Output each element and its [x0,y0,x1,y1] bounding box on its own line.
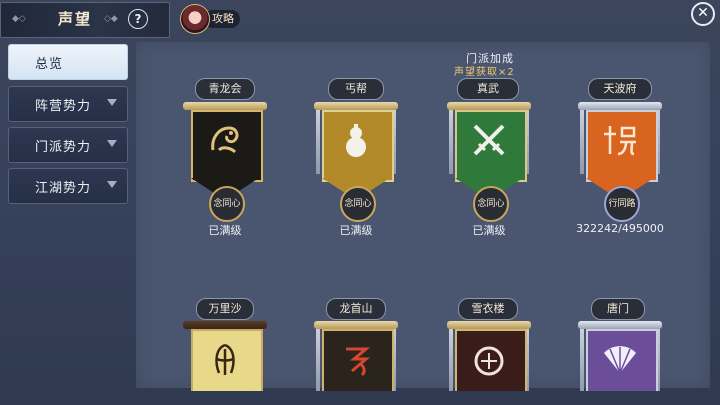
banner-rod [447,102,531,110]
fan-icon [604,346,636,374]
tassel [449,110,453,174]
faction-status: 已满级 [339,224,373,237]
seal-badge: 行同路 [604,186,640,222]
chevron-down-icon [107,181,117,188]
guide-button[interactable]: 攻略 [180,4,244,34]
banner-rod [447,321,531,329]
faction-banner-zhenwu[interactable]: 念同心 [447,102,531,222]
faction-status: 已满级 [208,224,242,237]
diamond-ornament-icon: ◆◇ [12,14,26,24]
faction-name-gaibang: 丐帮 [328,78,384,100]
seal-badge: 念同心 [209,186,245,222]
banner-rod [183,321,267,329]
sidebar-item-label: 门派势力 [35,140,92,155]
tassel [449,329,453,391]
faction-banner-gaibang[interactable]: 念同心 [314,102,398,222]
crossed-swords-icon [473,124,505,156]
circle-crest-icon [474,346,504,376]
tassel [580,110,584,174]
banner-rod [578,102,662,110]
dragon-script-icon [346,347,371,377]
chevron-down-icon [107,99,117,106]
page-title: 声望 [58,10,93,28]
chevron-down-icon [107,140,117,147]
faction-name-tangmen: 唐门 [591,298,645,320]
faction-name-xueyilou: 雪衣楼 [458,298,518,320]
faction-name-qinglonghui: 青龙会 [195,78,255,100]
close-button[interactable]: ✕ [691,2,715,26]
faction-banner-longshoushan[interactable] [314,321,398,391]
banner-rod [314,321,398,329]
gourd-icon [346,124,366,157]
banner-rod [183,102,267,110]
sidebar-item-sect-forces[interactable]: 门派势力 [8,127,128,163]
faction-banner-wanlisha[interactable] [183,321,267,391]
faction-name-tianbofu: 天波府 [588,78,652,100]
faction-banner-qinglonghui[interactable]: 念同心 [183,102,267,222]
sidebar-item-label: 阵营势力 [35,99,92,114]
faction-banner-tianbofu[interactable]: 行同路 [578,102,662,222]
yang-emblem-icon [604,126,636,156]
faction-banner-tangmen[interactable] [578,321,662,391]
banner-rod [314,102,398,110]
help-button[interactable]: ? [128,9,148,29]
faction-name-zhenwu: 真武 [457,78,519,100]
tassel [316,110,320,174]
sidebar-item-overview[interactable]: 总览 [8,44,128,80]
tentacle-icon [215,343,235,375]
avatar [180,4,210,34]
faction-status: 已满级 [472,224,506,237]
faction-name-wanlisha: 万里沙 [196,298,254,320]
diamond-ornament-icon: ◇◆ [104,14,118,24]
banner-rod [578,321,662,329]
faction-banner-xueyilou[interactable] [447,321,531,391]
sidebar-item-camp-forces[interactable]: 阵营势力 [8,86,128,122]
tassel [316,329,320,391]
sidebar-item-label: 总览 [35,57,64,72]
faction-name-longshoushan: 龙首山 [326,298,386,320]
dragon-icon [211,126,239,154]
sidebar-item-jianghu-forces[interactable]: 江湖势力 [8,168,128,204]
tassel [580,329,584,391]
sidebar-item-label: 江湖势力 [35,181,92,196]
sect-bonus-subtitle: 声望获取×2 [454,67,515,78]
seal-badge: 念同心 [473,186,509,222]
faction-progress: 322242/495000 [576,222,664,235]
seal-badge: 念同心 [340,186,376,222]
